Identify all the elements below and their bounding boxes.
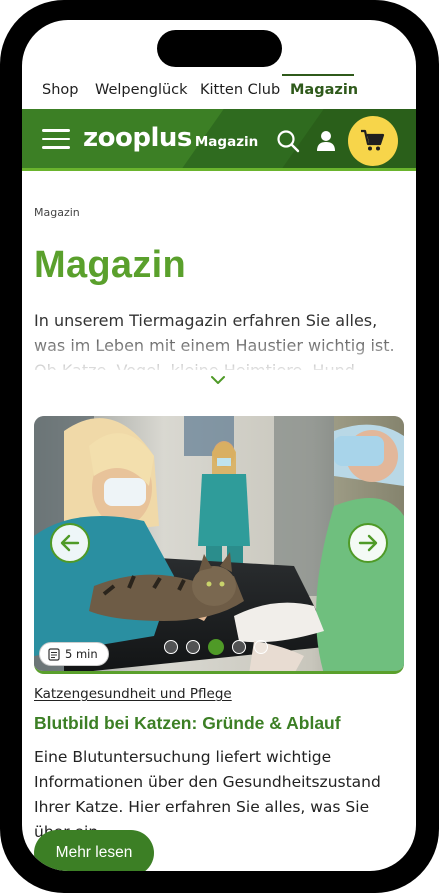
- nav-item-welpenglueck[interactable]: Welpenglück: [95, 82, 188, 98]
- screen: Shop Welpenglück Kitten Club Magazin zoo…: [22, 20, 416, 871]
- volume-up-button: [0, 232, 4, 294]
- read-time-badge: 5 min: [39, 642, 109, 666]
- top-nav: Shop Welpenglück Kitten Club Magazin: [22, 74, 416, 110]
- search-icon[interactable]: [275, 128, 301, 154]
- zooplus-logo[interactable]: zooplus Magazin: [83, 123, 258, 157]
- mute-switch: [0, 172, 4, 204]
- slider-prev-button[interactable]: [50, 523, 90, 563]
- read-more-button[interactable]: Mehr lesen: [34, 830, 154, 871]
- active-tab-indicator: [282, 74, 354, 76]
- nav-item-kitten-club[interactable]: Kitten Club: [200, 82, 280, 98]
- article-title[interactable]: Blutbild bei Katzen: Gründe & Ablauf: [34, 713, 341, 734]
- slider-dot[interactable]: [164, 640, 178, 654]
- document-icon: [48, 647, 60, 661]
- arrow-left-icon: [60, 534, 80, 552]
- chevron-down-icon[interactable]: [210, 375, 226, 385]
- cart-button[interactable]: [348, 116, 398, 166]
- dynamic-island: [157, 30, 282, 67]
- user-icon[interactable]: [313, 128, 339, 154]
- power-button: [435, 282, 439, 382]
- slider-dot[interactable]: [232, 640, 246, 654]
- slider-dot[interactable]: [208, 639, 224, 655]
- nav-item-shop[interactable]: Shop: [42, 82, 78, 98]
- breadcrumb[interactable]: Magazin: [34, 206, 80, 219]
- page-title: Magazin: [34, 244, 187, 286]
- logo-sub: Magazin: [194, 134, 259, 150]
- article-category-link[interactable]: Katzengesundheit und Pflege: [34, 686, 232, 702]
- read-time-label: 5 min: [65, 647, 98, 661]
- arrow-right-icon: [358, 534, 378, 552]
- logo-brand: zooplus: [83, 123, 192, 153]
- site-header: zooplus Magazin: [22, 109, 416, 171]
- slider-dot[interactable]: [186, 640, 200, 654]
- slider-next-button[interactable]: [348, 523, 388, 563]
- header-accent-line: [22, 168, 416, 171]
- slider-dot[interactable]: [254, 640, 268, 654]
- intro-fade: [22, 336, 416, 376]
- volume-down-button: [0, 304, 4, 366]
- cart-icon: [361, 129, 385, 151]
- menu-icon[interactable]: [42, 129, 70, 149]
- slider-dots: [164, 639, 268, 656]
- article-slider[interactable]: 5 min: [34, 416, 404, 674]
- phone-frame: Shop Welpenglück Kitten Club Magazin zoo…: [0, 0, 439, 893]
- nav-item-magazin[interactable]: Magazin: [290, 82, 358, 98]
